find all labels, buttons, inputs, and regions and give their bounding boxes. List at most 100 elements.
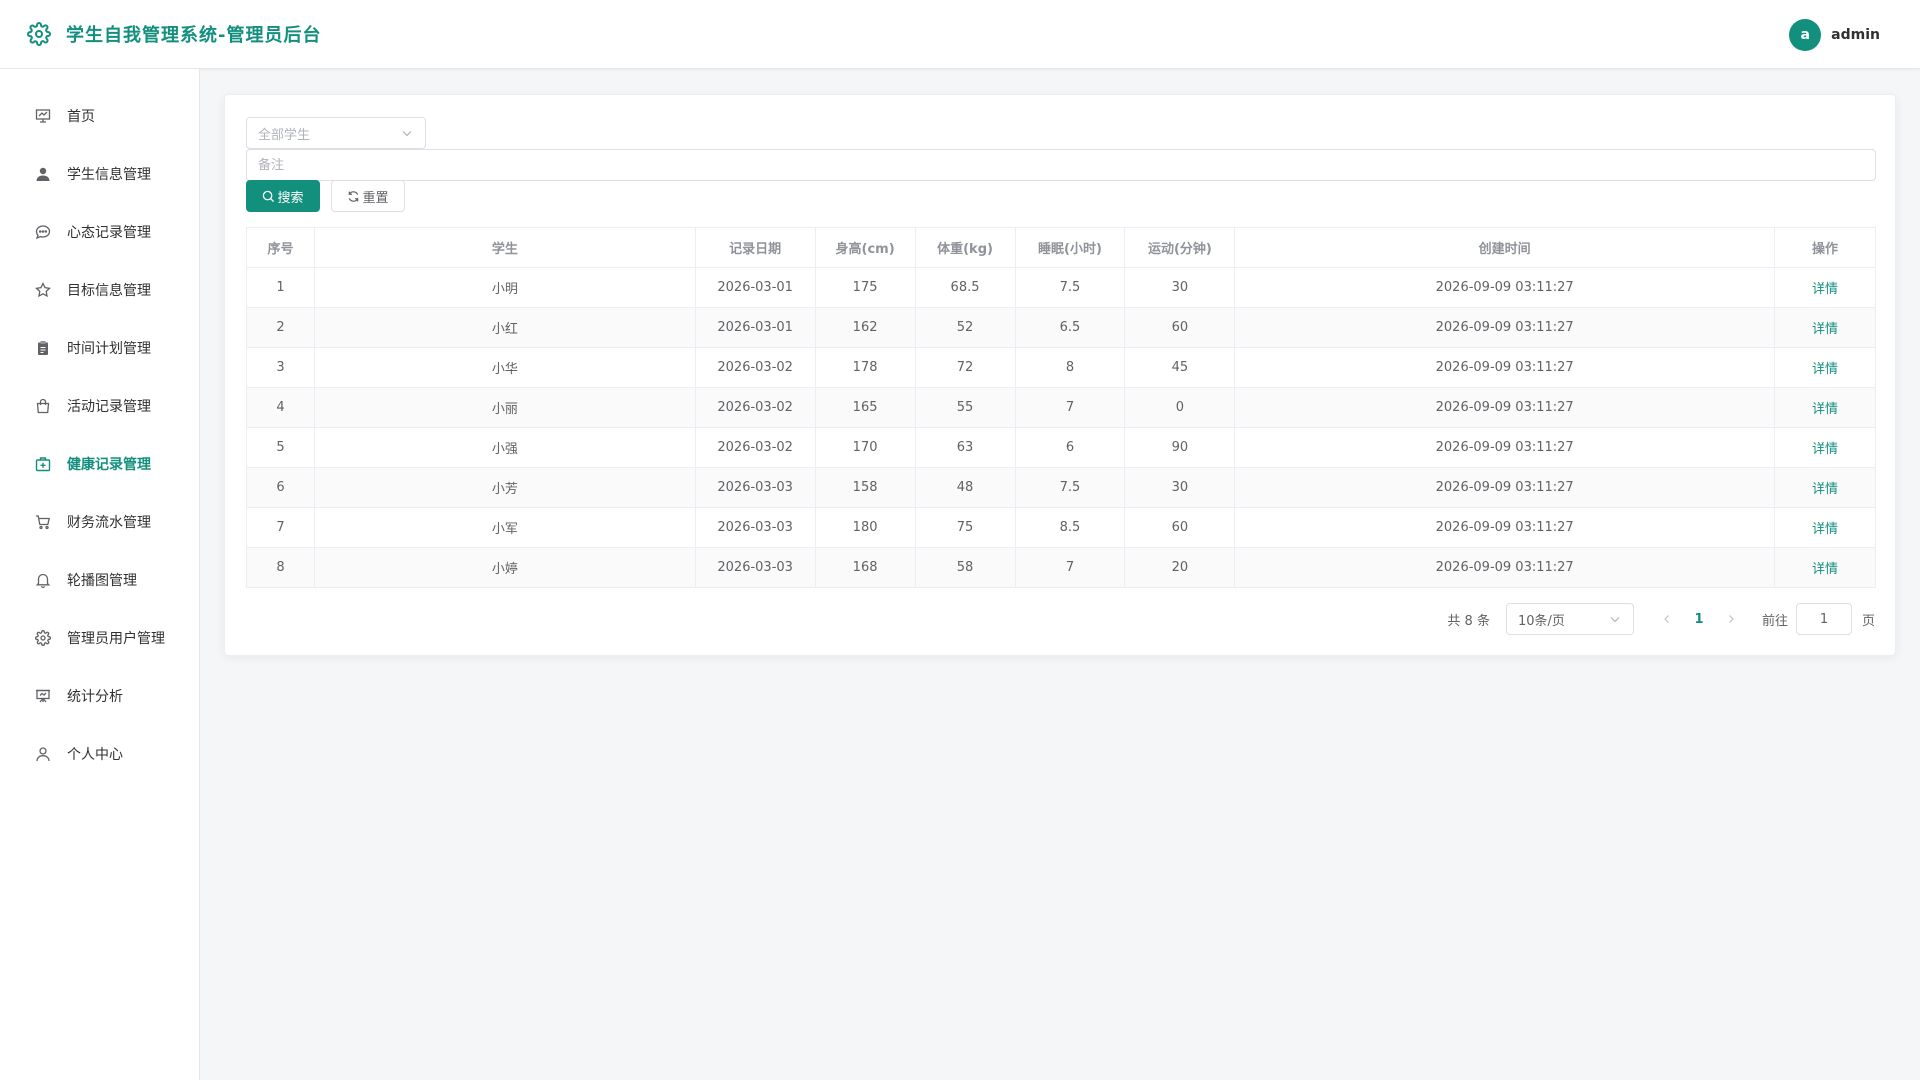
chevron-down-icon [1609, 613, 1621, 629]
column-header[interactable]: 操作 [1773, 227, 1877, 268]
page-suffix-label: 页 [1861, 613, 1875, 629]
detail-link[interactable]: 详情 [1812, 562, 1838, 577]
table-row: 3 小华 2026-03-02 178 72 8 45 2026-09-09 03:11:27… [246, 347, 1877, 388]
detail-link[interactable]: 详情 [1812, 322, 1838, 337]
table-cell: 详情 [1773, 507, 1877, 548]
sidebar-item-home[interactable]: 首页 [0, 87, 199, 145]
table-cell: 详情 [1773, 387, 1877, 428]
table-cell: 170 [814, 427, 916, 468]
table-row: 1 小明 2026-03-01 175 68.5 7.5 30 2026-09-09 03:1… [246, 267, 1877, 308]
table-cell: 168 [814, 547, 916, 588]
student-select-placeholder: 全部学生 [258, 127, 311, 143]
sidebar-item-goals[interactable]: 目标信息管理 [0, 261, 199, 319]
detail-link[interactable]: 详情 [1812, 522, 1838, 537]
table-cell: 175 [814, 267, 916, 308]
table-cell: 3 [246, 347, 315, 388]
sidebar-item-admin-users[interactable]: 管理员用户管理 [0, 609, 199, 667]
table-cell: 7.5 [1014, 267, 1126, 308]
page-number-current[interactable]: 1 [1682, 612, 1716, 627]
sidebar-item-students[interactable]: 学生信息管理 [0, 145, 199, 203]
table-cell: 2026-09-09 03:11:27 [1234, 267, 1775, 308]
table-cell: 8.5 [1014, 507, 1126, 548]
reset-button[interactable]: 重置 [331, 180, 405, 212]
detail-link[interactable]: 详情 [1812, 362, 1838, 377]
next-page-button[interactable] [1716, 614, 1746, 624]
sidebar-item-finance[interactable]: 财务流水管理 [0, 493, 199, 551]
sidebar-item-health[interactable]: 健康记录管理 [0, 435, 199, 493]
sidebar-item-statistics[interactable]: 统计分析 [0, 667, 199, 725]
column-header[interactable]: 序号 [246, 227, 315, 268]
goto-page-input[interactable] [1795, 603, 1852, 635]
table-cell: 60 [1124, 507, 1236, 548]
sidebar-item-carousel[interactable]: 轮播图管理 [0, 551, 199, 609]
avatar[interactable]: a [1789, 19, 1822, 51]
column-header[interactable]: 记录日期 [694, 227, 816, 268]
table-cell: 162 [814, 307, 916, 348]
sidebar-item-label: 个人中心 [67, 747, 123, 763]
search-button[interactable]: 搜索 [246, 180, 320, 212]
column-header[interactable]: 身高(cm) [814, 227, 916, 268]
table-cell: 178 [814, 347, 916, 388]
table-cell: 180 [814, 507, 916, 548]
sidebar-item-activity[interactable]: 活动记录管理 [0, 377, 199, 435]
username[interactable]: admin [1831, 27, 1880, 43]
user-menu[interactable]: a admin [1789, 19, 1880, 51]
table-cell: 1 [246, 267, 315, 308]
sidebar-item-time-plan[interactable]: 时间计划管理 [0, 319, 199, 377]
table-cell: 2026-03-01 [694, 307, 816, 348]
prev-page-button[interactable] [1652, 614, 1682, 624]
sidebar-item-label: 首页 [67, 109, 95, 125]
user-outline-icon [34, 745, 52, 763]
health-records-table: 序号 学生 记录日期 身高(cm) 体重(kg) 睡眠(小时) 运动(分钟) 创… [246, 227, 1877, 588]
gear-logo-icon [26, 21, 52, 47]
sidebar-item-label: 统计分析 [67, 689, 123, 705]
column-header[interactable]: 学生 [313, 227, 696, 268]
table-cell: 小强 [313, 427, 696, 468]
sidebar-item-profile[interactable]: 个人中心 [0, 725, 199, 783]
student-select[interactable]: 全部学生 [246, 117, 426, 149]
table-header-row: 序号 学生 记录日期 身高(cm) 体重(kg) 睡眠(小时) 运动(分钟) 创… [246, 227, 1877, 268]
refresh-icon [347, 190, 360, 203]
table-cell: 52 [914, 307, 1016, 348]
sidebar-item-label: 时间计划管理 [67, 341, 151, 357]
sidebar-item-mood[interactable]: 心态记录管理 [0, 203, 199, 261]
top-header: 学生自我管理系统-管理员后台 a admin [0, 0, 1920, 69]
column-header[interactable]: 运动(分钟) [1124, 227, 1236, 268]
table-cell: 小军 [313, 507, 696, 548]
table-cell: 详情 [1773, 267, 1877, 308]
column-header[interactable]: 睡眠(小时) [1014, 227, 1126, 268]
table-cell: 45 [1124, 347, 1236, 388]
table-cell: 6 [1014, 427, 1126, 468]
note-input[interactable] [246, 149, 1876, 181]
table-row: 7 小军 2026-03-03 180 75 8.5 60 2026-09-09 03:11:… [246, 507, 1877, 548]
content-card: 全部学生 搜索 重置 序号 学生 记录日期 身高(cm) 体重(kg) [224, 94, 1896, 656]
sidebar-item-label: 健康记录管理 [67, 457, 151, 473]
detail-link[interactable]: 详情 [1812, 482, 1838, 497]
table-cell: 小丽 [313, 387, 696, 428]
table-cell: 2026-03-02 [694, 427, 816, 468]
table-cell: 2026-09-09 03:11:27 [1234, 547, 1775, 588]
detail-link[interactable]: 详情 [1812, 442, 1838, 457]
table-cell: 7 [1014, 387, 1126, 428]
table-row: 8 小婷 2026-03-03 168 58 7 20 2026-09-09 03:11:27… [246, 547, 1877, 588]
detail-link[interactable]: 详情 [1812, 282, 1838, 297]
detail-link[interactable]: 详情 [1812, 402, 1838, 417]
table-cell: 7 [246, 507, 315, 548]
table-cell: 2026-09-09 03:11:27 [1234, 467, 1775, 508]
column-header[interactable]: 体重(kg) [914, 227, 1016, 268]
user-filled-icon [34, 165, 52, 183]
pagination: 共 8 条 10条/页 1 前往 页 [1447, 603, 1875, 635]
sidebar-item-label: 管理员用户管理 [67, 631, 165, 647]
table-cell: 2026-09-09 03:11:27 [1234, 507, 1775, 548]
page-size-select[interactable]: 10条/页 [1505, 603, 1634, 635]
sidebar-item-label: 财务流水管理 [67, 515, 151, 531]
column-header[interactable]: 创建时间 [1234, 227, 1775, 268]
table-cell: 2026-03-02 [694, 387, 816, 428]
reset-button-label: 重置 [362, 190, 389, 206]
chevron-down-icon [401, 127, 413, 143]
bag-icon [34, 397, 52, 415]
table-cell: 6.5 [1014, 307, 1126, 348]
table-cell: 详情 [1773, 307, 1877, 348]
table-cell: 90 [1124, 427, 1236, 468]
table-cell: 58 [914, 547, 1016, 588]
